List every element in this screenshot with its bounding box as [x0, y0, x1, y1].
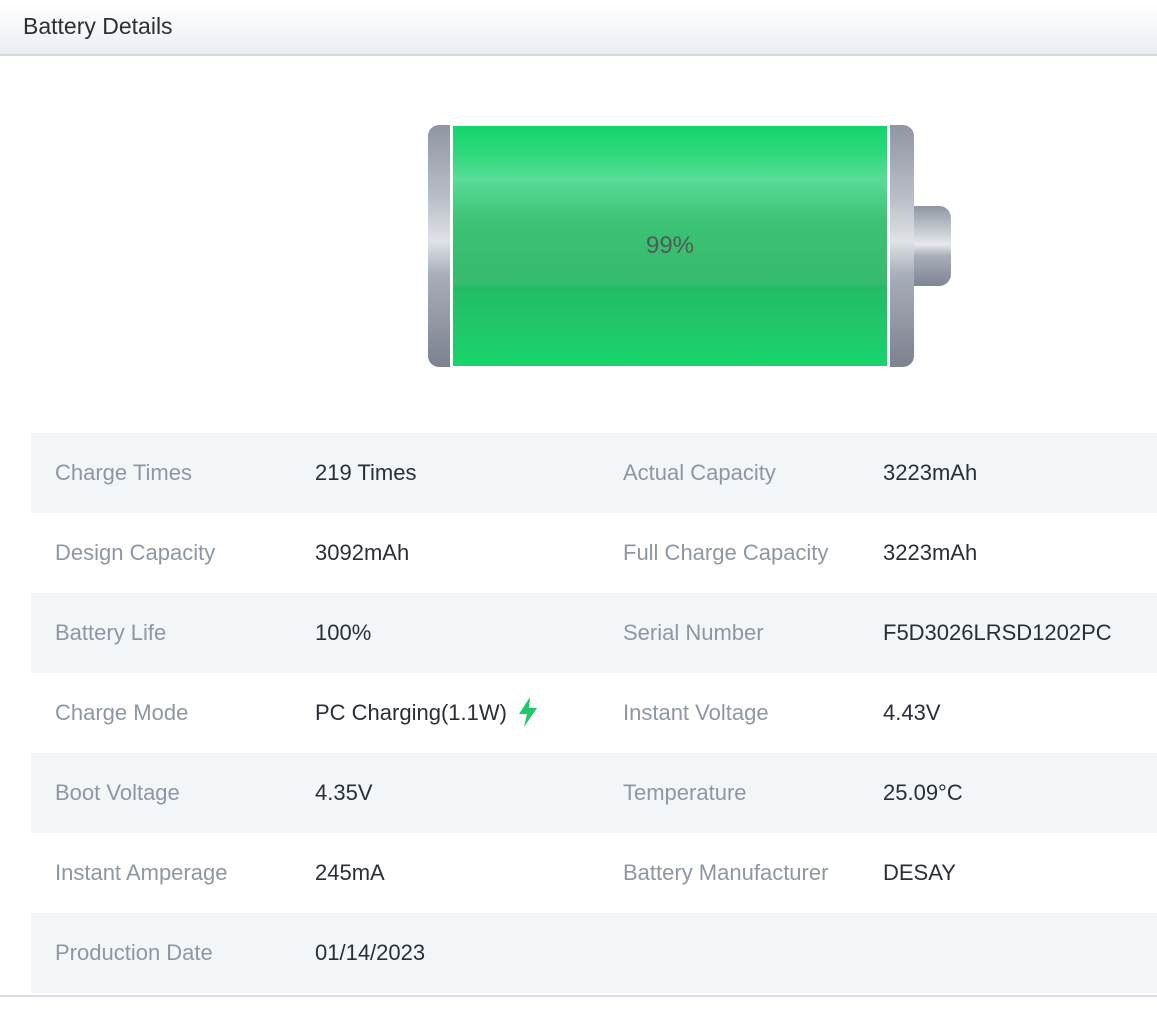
battery-life-label: Battery Life	[55, 620, 167, 645]
header-bar: Battery Details	[0, 0, 1157, 56]
battery-graphic: 99%	[428, 125, 952, 367]
instant-amperage-value: 245mA	[315, 860, 385, 885]
actual-capacity-value: 3223mAh	[883, 460, 978, 485]
table-row: Charge Times 219 Times Actual Capacity 3…	[31, 433, 1157, 513]
boot-voltage-value: 4.35V	[315, 780, 373, 805]
actual-capacity-label: Actual Capacity	[623, 460, 776, 485]
battery-level-label: 99%	[645, 232, 695, 259]
design-capacity-label: Design Capacity	[55, 540, 216, 565]
production-date-label: Production Date	[55, 940, 213, 965]
full-charge-capacity-value: 3223mAh	[883, 540, 978, 565]
instant-voltage-value: 4.43V	[883, 700, 941, 725]
bottom-divider	[0, 995, 1157, 997]
battery-manufacturer-value: DESAY	[883, 860, 956, 885]
full-charge-capacity-label: Full Charge Capacity	[623, 540, 829, 565]
charge-mode-value: PC Charging(1.1W)	[315, 700, 507, 725]
battery-details-table: Charge Times 219 Times Actual Capacity 3…	[31, 433, 1157, 993]
serial-number-label: Serial Number	[623, 620, 764, 645]
table-row: Boot Voltage 4.35V Temperature 25.09°C	[31, 753, 1157, 833]
battery-manufacturer-label: Battery Manufacturer	[623, 860, 829, 885]
temperature-value: 25.09°C	[883, 780, 963, 805]
table-row: Charge Mode PC Charging(1.1W) Instant Vo…	[31, 673, 1157, 753]
production-date-value: 01/14/2023	[315, 940, 426, 965]
battery-right-cap	[890, 125, 914, 367]
battery-terminal	[914, 206, 951, 286]
lightning-bolt-icon	[518, 697, 537, 728]
instant-amperage-label: Instant Amperage	[55, 860, 228, 885]
table-row: Battery Life 100% Serial Number F5D3026L…	[31, 593, 1157, 673]
table-row: Production Date 01/14/2023	[31, 913, 1157, 993]
table-row: Design Capacity 3092mAh Full Charge Capa…	[31, 513, 1157, 593]
charge-times-value: 219 Times	[315, 460, 417, 485]
boot-voltage-label: Boot Voltage	[55, 780, 180, 805]
charge-mode-label: Charge Mode	[55, 700, 189, 725]
serial-number-value: F5D3026LRSD1202PC	[883, 620, 1112, 645]
battery-life-value: 100%	[315, 620, 372, 645]
instant-voltage-label: Instant Voltage	[623, 700, 769, 725]
page-title: Battery Details	[23, 13, 173, 39]
design-capacity-value: 3092mAh	[315, 540, 410, 565]
battery-left-cap	[428, 125, 450, 367]
table-row: Instant Amperage 245mA Battery Manufactu…	[31, 833, 1157, 913]
temperature-label: Temperature	[623, 780, 747, 805]
charge-times-label: Charge Times	[55, 460, 192, 485]
charge-mode-value-wrap: PC Charging(1.1W)	[315, 673, 539, 753]
